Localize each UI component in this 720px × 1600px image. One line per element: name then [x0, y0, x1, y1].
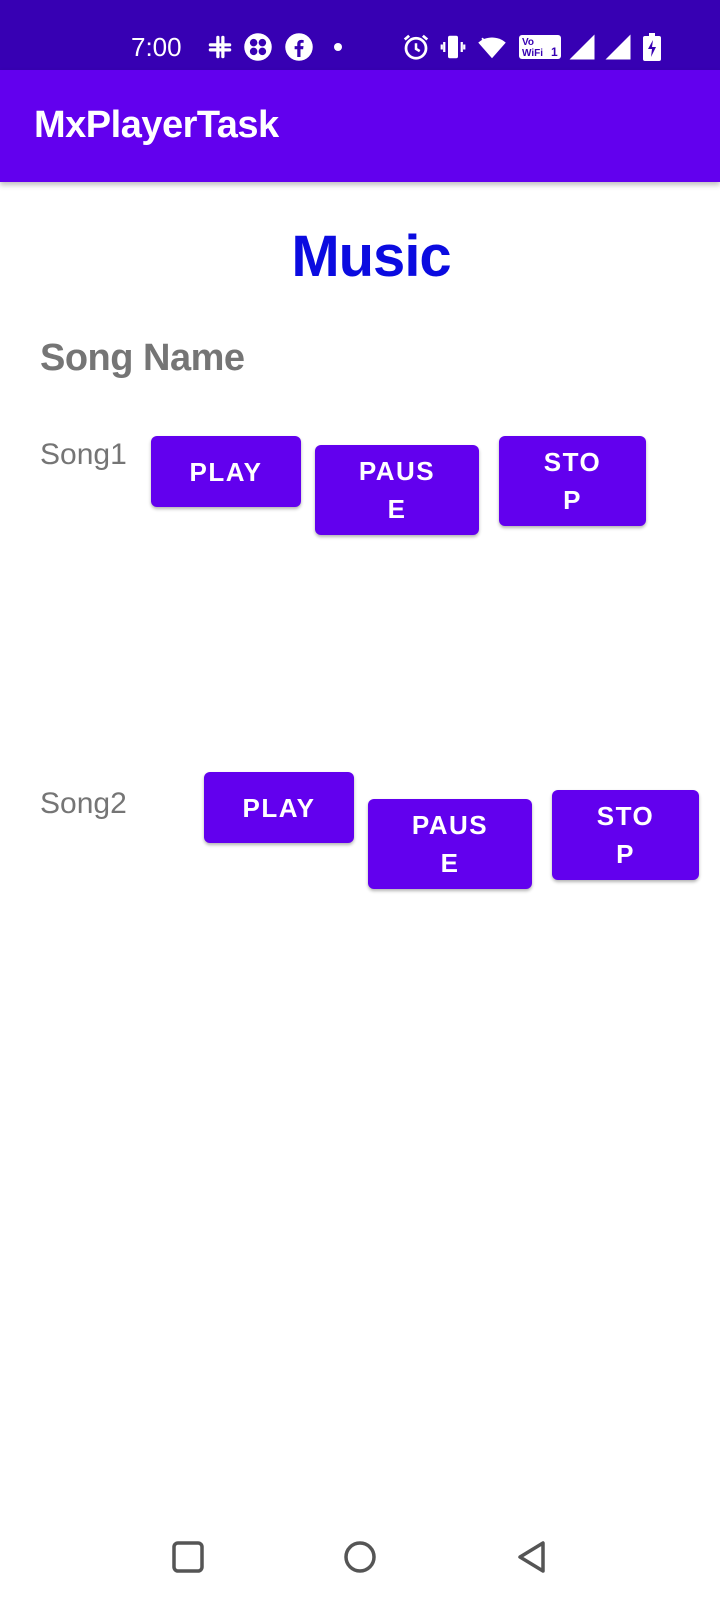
alarm-icon — [401, 32, 431, 62]
play-button-label: PLAY — [242, 792, 316, 823]
app-title: MxPlayerTask — [34, 104, 279, 146]
stop-button-label-line1: STO — [596, 801, 655, 831]
signal-icon — [603, 32, 633, 62]
back-icon[interactable] — [512, 1537, 552, 1577]
play-button[interactable]: PLAY — [151, 436, 301, 507]
wifi-icon — [477, 32, 507, 62]
svg-text:1: 1 — [551, 45, 558, 59]
stop-button-label-line2: P — [563, 485, 582, 515]
page-heading: Music — [291, 224, 451, 289]
signal-icon — [567, 32, 597, 62]
song-name-label: Song1 — [40, 438, 127, 471]
slack-icon — [205, 32, 235, 62]
pause-button-label-line2: E — [440, 848, 460, 878]
app-bar: MxPlayerTask — [0, 70, 720, 182]
battery-charging-icon — [640, 32, 664, 62]
pause-button-label-line1: PAUS — [358, 456, 436, 486]
home-icon[interactable] — [340, 1537, 380, 1577]
pause-button[interactable]: PAUS E — [368, 799, 532, 889]
svg-text:WiFi: WiFi — [522, 48, 543, 59]
status-time: 7:00 — [131, 32, 182, 62]
svg-text:Vo: Vo — [522, 37, 534, 48]
pause-button-label-line2: E — [387, 494, 407, 524]
app-grid-icon — [243, 32, 273, 62]
section-heading: Song Name — [40, 337, 245, 379]
song-name-label: Song2 — [40, 787, 127, 820]
vowifi-icon: Vo WiFi 1 — [518, 32, 562, 62]
pause-button[interactable]: PAUS E — [315, 445, 479, 535]
notification-dot-icon — [330, 32, 346, 62]
recents-icon[interactable] — [168, 1537, 208, 1577]
play-button[interactable]: PLAY — [204, 772, 354, 843]
stop-button-label-line1: STO — [543, 447, 602, 477]
pause-button-label-line1: PAUS — [411, 810, 489, 840]
stop-button-label-line2: P — [616, 839, 635, 869]
status-bar: 7:00 Vo WiFi 1 — [0, 0, 720, 70]
stop-button[interactable]: STO P — [552, 790, 699, 880]
facebook-icon — [284, 32, 314, 62]
stop-button[interactable]: STO P — [499, 436, 646, 526]
vibrate-icon — [438, 32, 468, 62]
play-button-label: PLAY — [189, 456, 263, 487]
